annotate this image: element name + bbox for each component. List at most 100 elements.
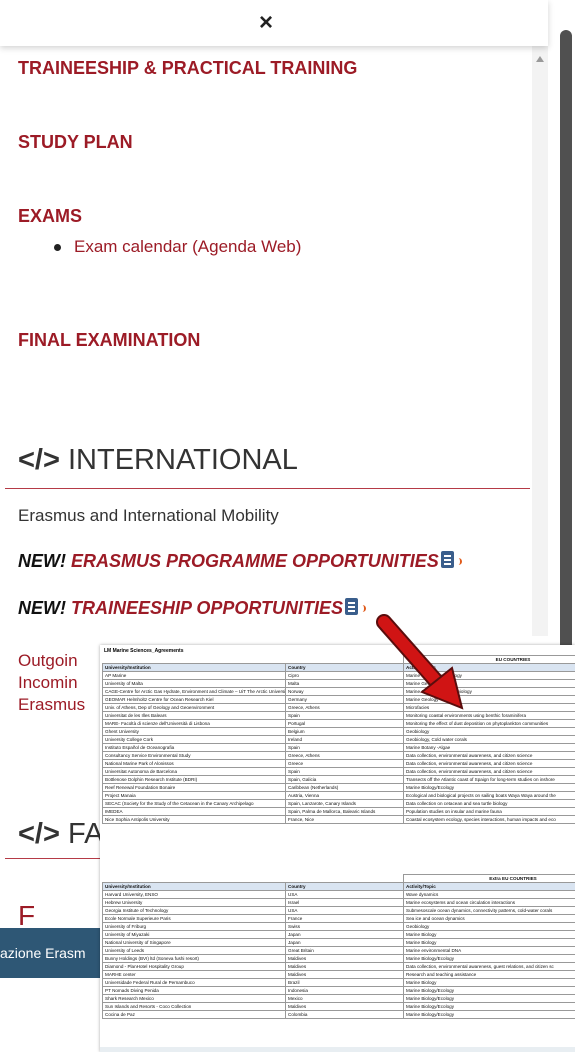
table-row: AP MarineCiproMarine ecology and biology xyxy=(102,671,575,680)
scroll-up-icon[interactable] xyxy=(536,56,544,62)
faculty-heading: </> FA xyxy=(18,818,103,851)
col-header: University/Institution xyxy=(102,882,286,891)
table-cell: Marine ecosystems and ocean circulation … xyxy=(403,898,575,907)
table-cell: Spain, Galicia xyxy=(285,775,404,784)
table-cell: France, Nice xyxy=(285,815,404,824)
table-cell: Bunny Holdings (BVI) ltd (Soneva fushi r… xyxy=(102,954,286,963)
table-row: GEOMAR Helmholtz Centre for Ocean Resear… xyxy=(102,695,575,704)
divider xyxy=(5,488,530,489)
table-row: Georgia Institute of Technology USA Submes… xyxy=(102,906,575,915)
read-aloud-icon[interactable] xyxy=(440,551,462,569)
table-cell: Ecological and biological projects on sa… xyxy=(403,791,575,800)
table-cell: France xyxy=(285,914,404,923)
table-cell: Spain, Palma de Mallorca, Balearic Islan… xyxy=(285,807,404,816)
table-cell: Sun Islands and Resorts - Coco Collectio… xyxy=(102,1002,286,1011)
table-cell: Greece xyxy=(285,759,404,768)
table-cell: Cocina de Paz xyxy=(102,1010,286,1019)
table-row: Reef Renewal Foundation Bonaire Caribbean… xyxy=(102,783,575,792)
table-cell: MARE- Facoltà di scienze dell'Università… xyxy=(102,719,286,728)
table-cell: Project Manaia xyxy=(102,791,286,800)
new-label: NEW! xyxy=(18,551,66,571)
table-cell: Marine environmental DNA xyxy=(403,946,575,955)
table-cell: CAGE-Centre for Arctic Gas Hydrate, Envi… xyxy=(102,687,286,696)
table-row: Harvard University, ENSO USA Wave dynamics xyxy=(102,890,575,899)
table-cell: Submesoscale ocean dynamics, connectivit… xyxy=(403,906,575,915)
section-study-plan[interactable]: STUDY PLAN xyxy=(18,132,133,153)
new-label: NEW! xyxy=(18,598,66,618)
col-header: Activity/Topic xyxy=(403,882,575,891)
table-cell: Marine Biology/Ecology xyxy=(403,783,575,792)
inner-scrollbar[interactable] xyxy=(532,46,548,636)
section-traineeship[interactable]: TRAINEESHIP & PRACTICAL TRAINING xyxy=(18,58,357,79)
table-cell: Nice Sophia Antipolis University xyxy=(102,815,286,824)
international-title: INTERNATIONAL xyxy=(68,444,298,476)
divider xyxy=(5,858,100,859)
table-row: University of Leeds Great Britain Marine e… xyxy=(102,946,575,955)
faculty-title: FA xyxy=(68,818,104,850)
table-cell: Caribbean (Netherlands) xyxy=(285,783,404,792)
table-cell: Marine Biology/Ecology xyxy=(403,954,575,963)
table-cell: University of Malta xyxy=(102,679,286,688)
table-row: University College Cork Ireland Geobiology… xyxy=(102,735,575,744)
red-arrow-icon xyxy=(376,614,464,710)
table-cell: Maldives xyxy=(285,962,404,971)
col-header: University/Institution xyxy=(102,663,286,672)
section-exams[interactable]: EXAMS xyxy=(18,206,82,227)
table-cell: Population studies on insular and marine… xyxy=(403,807,575,816)
table-cell: Data collection, environmental awareness… xyxy=(403,767,575,776)
bullet-icon xyxy=(54,244,61,251)
table-cell: Indonesia xyxy=(285,986,404,995)
table-cell: University College Cork xyxy=(102,735,286,744)
table-cell: Universitat de les Illes Balears xyxy=(102,711,286,720)
page-scrollbar[interactable] xyxy=(560,30,572,670)
erasmus-link[interactable]: Erasmus xyxy=(18,695,85,715)
modal-header: × xyxy=(0,0,548,46)
table-row: Sun Islands and Resorts - Coco Collectio… xyxy=(102,1002,575,1011)
intro-text: Erasmus and International Mobility xyxy=(18,506,279,525)
table-row: IMEDEA Spain, Palma de Mallorca, Balearic… xyxy=(102,807,575,816)
close-icon[interactable]: × xyxy=(259,8,273,38)
table-row: Consultancy Service Environmental Study G… xyxy=(102,751,575,760)
outgoing-link[interactable]: Outgoin xyxy=(18,651,78,671)
table-cell: Marine Biology/Ecology xyxy=(403,1010,575,1019)
table-cell: Marine Biology/Ecology xyxy=(403,994,575,1003)
table-cell: Ireland xyxy=(285,735,404,744)
table-row: Instituto Español de Oceanografia Spain Ma… xyxy=(102,743,575,752)
table-row: National University of Singapore Japan Mar… xyxy=(102,938,575,947)
table-cell: Spain xyxy=(285,767,404,776)
table-cell: Bottlenose Dolphin Research Institute (B… xyxy=(102,775,286,784)
table-cell: MARHE center xyxy=(102,970,286,979)
table-cell: PT Nomads Diving Penida xyxy=(102,986,286,995)
exam-calendar-link[interactable]: Exam calendar (Agenda Web) xyxy=(74,237,301,257)
erasmus-opportunities-link[interactable]: ERASMUS PROGRAMME OPPORTUNITIES xyxy=(71,551,439,571)
table-cell: Ghent University xyxy=(102,727,286,736)
table-cell: University of Leeds xyxy=(102,946,286,955)
table-cell: Japan xyxy=(285,938,404,947)
eu-table: EU COUNTRIES University/Institution Count… xyxy=(102,655,575,824)
table-row: Univ. of Athens, Dep of Geology and Geoe… xyxy=(102,703,575,712)
table-row: Universitat de les Illes Balears Spain Mon… xyxy=(102,711,575,720)
table-cell: Diamond - PlanHotel Hospitality Group xyxy=(102,962,286,971)
table-cell: Wave dynamics xyxy=(403,890,575,899)
table-cell: National Marine Park of Alonissos xyxy=(102,759,286,768)
read-aloud-icon[interactable] xyxy=(345,598,367,616)
table-cell: Spain, Lanzarote, Canary Islands xyxy=(285,799,404,808)
table-cell: AP Marine xyxy=(102,671,286,680)
table-row: University of Miyazaki Japan Marine Biolog… xyxy=(102,930,575,939)
table-row: SECAC (Society for the Study of the Ceta… xyxy=(102,799,575,808)
table-row: Diamond - PlanHotel Hospitality Group Mal… xyxy=(102,962,575,971)
table-cell: Portugal xyxy=(285,719,404,728)
table-cell: Austria, Vienna xyxy=(285,791,404,800)
table-cell: Maldives xyxy=(285,954,404,963)
footer-bar[interactable]: azione Erasm xyxy=(0,928,115,978)
traineeship-opportunities-link[interactable]: TRAINEESHIP OPPORTUNITIES xyxy=(71,598,343,618)
table-cell: Hebrew University xyxy=(102,898,286,907)
table-cell: University of Miyazaki xyxy=(102,930,286,939)
incoming-link[interactable]: Incomin xyxy=(18,673,78,693)
table-row: MARHE center Maldives Research and teachin… xyxy=(102,970,575,979)
section-final-examination[interactable]: FINAL EXAMINATION xyxy=(18,330,200,351)
table-cell: Consultancy Service Environmental Study xyxy=(102,751,286,760)
table-cell: Marine Biology xyxy=(403,930,575,939)
table-cell: SECAC (Society for the Study of the Ceta… xyxy=(102,799,286,808)
table-row: Cocina de Paz Colombia Marine Biology/Ecol… xyxy=(102,1010,575,1019)
